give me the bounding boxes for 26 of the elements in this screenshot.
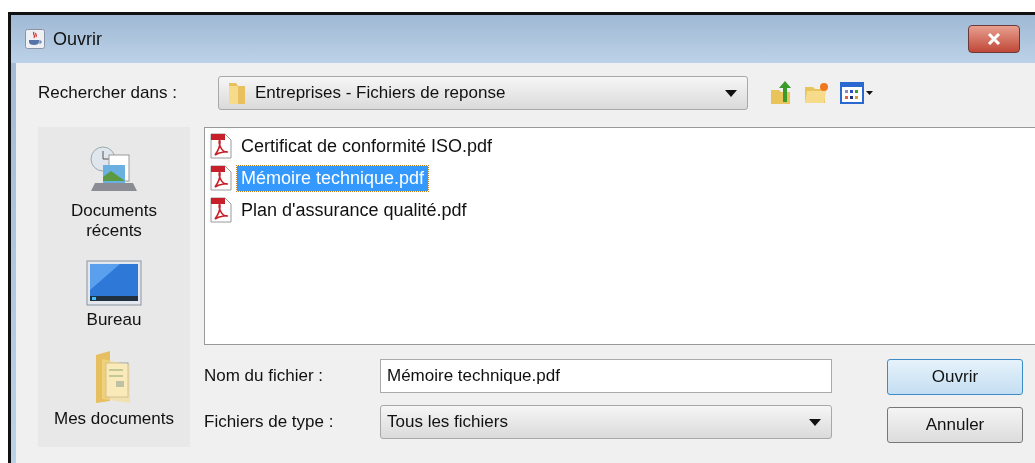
caret-icon — [809, 418, 821, 426]
file-item[interactable]: Certificat de conformité ISO.pdf — [209, 130, 1035, 162]
place-item[interactable]: Mes documents — [49, 349, 179, 430]
close-button[interactable] — [968, 25, 1020, 53]
file-item[interactable]: Plan d'assurance qualité.pdf — [209, 194, 1035, 226]
pdf-file-icon — [209, 165, 233, 191]
file-type-dropdown[interactable]: Tous les fichiers — [380, 405, 832, 439]
view-menu-icon[interactable] — [840, 82, 874, 104]
coffee-cup-icon — [25, 29, 45, 49]
close-icon — [986, 33, 1002, 45]
look-in-dropdown[interactable]: Entreprises - Fichiers de reponse — [218, 76, 748, 110]
folder-icon — [227, 80, 247, 106]
look-in-label: Rechercher dans : — [38, 83, 178, 103]
file-name-field[interactable]: Mémoire technique.pdf — [380, 359, 832, 393]
folder-up-icon[interactable] — [770, 80, 794, 106]
monitor-icon — [86, 260, 142, 306]
window-title: Ouvrir — [53, 28, 102, 50]
place-item[interactable]: Bureau — [49, 260, 179, 330]
file-name-label: Nom du fichier : — [204, 366, 325, 386]
pdf-file-icon — [209, 197, 233, 223]
file-type-label: Fichiers de type : — [204, 412, 335, 432]
cancel-button[interactable]: Annuler — [887, 407, 1023, 443]
open-button[interactable]: Ouvrir — [887, 359, 1023, 395]
place-item[interactable]: Documents récents — [49, 144, 179, 241]
caret-icon — [725, 89, 737, 97]
pdf-file-icon — [209, 133, 233, 159]
